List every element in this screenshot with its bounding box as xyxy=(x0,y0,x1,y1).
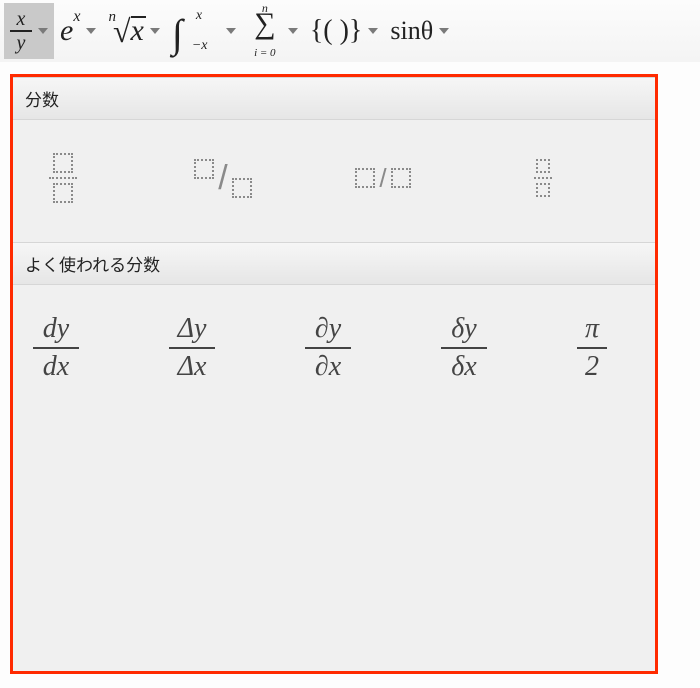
placeholder-box-icon xyxy=(232,178,252,198)
chevron-down-icon xyxy=(38,28,48,34)
template-small-stacked-fraction[interactable] xyxy=(513,148,573,208)
chevron-down-icon xyxy=(86,28,96,34)
fraction-dropdown-panel: 分数 / / xyxy=(10,74,658,674)
slash-icon: / xyxy=(218,159,227,198)
fraction-menu[interactable]: x y xyxy=(4,3,54,59)
common-fractions-header: よく使われる分数 xyxy=(13,242,655,285)
radical-index: n xyxy=(108,9,116,26)
integral-icon: ∫ x −x xyxy=(172,8,220,54)
summation-menu[interactable]: n ∑ i = 0 xyxy=(242,3,304,59)
common-fraction-pi-over-2[interactable]: π 2 xyxy=(577,313,607,383)
fraction-icon: x y xyxy=(10,10,32,52)
sigma-icon: n ∑ i = 0 xyxy=(248,7,282,55)
template-linear-fraction[interactable]: / xyxy=(353,148,413,208)
radical-radicand: x xyxy=(131,14,144,48)
common-fraction-dy-dx[interactable]: dy dx xyxy=(33,313,79,383)
fraction-icon-bottom: y xyxy=(17,34,26,52)
equation-ribbon: x y ex n √x ∫ x −x n ∑ xyxy=(0,0,700,62)
exponent-menu[interactable]: ex xyxy=(54,3,102,59)
template-skewed-fraction[interactable]: / xyxy=(193,148,253,208)
fraction-templates-grid: / / xyxy=(13,120,655,242)
placeholder-box-icon xyxy=(53,183,73,203)
integral-menu[interactable]: ∫ x −x xyxy=(166,3,242,59)
exponent-sup: x xyxy=(73,8,80,26)
fraction-icon-top: x xyxy=(17,10,26,28)
placeholder-box-icon xyxy=(536,159,550,173)
trig-icon: sinθ xyxy=(390,16,433,46)
equation-editor-fraction-dropdown: x y ex n √x ∫ x −x n ∑ xyxy=(0,0,700,688)
bracket-icon: {( )} xyxy=(310,15,363,47)
placeholder-box-icon xyxy=(53,153,73,173)
exponent-base: e xyxy=(60,14,73,48)
chevron-down-icon xyxy=(226,28,236,34)
placeholder-box-icon xyxy=(536,183,550,197)
slash-icon: / xyxy=(379,163,386,194)
common-fraction-delta-y-delta-x[interactable]: δy δx xyxy=(441,313,487,383)
chevron-down-icon xyxy=(150,28,160,34)
radical-menu[interactable]: n √x xyxy=(102,3,165,59)
chevron-down-icon xyxy=(439,28,449,34)
common-fraction-Delta-y-Delta-x[interactable]: Δy Δx xyxy=(169,313,215,383)
template-stacked-fraction[interactable] xyxy=(33,148,93,208)
chevron-down-icon xyxy=(368,28,378,34)
trig-menu[interactable]: sinθ xyxy=(384,3,455,59)
bracket-menu[interactable]: {( )} xyxy=(304,3,385,59)
placeholder-box-icon xyxy=(355,168,375,188)
common-fraction-partial-y-partial-x[interactable]: ∂y ∂x xyxy=(305,313,351,383)
common-fractions-grid: dy dx Δy Δx ∂y ∂x δy δx π 2 xyxy=(13,285,655,417)
placeholder-box-icon xyxy=(391,168,411,188)
fraction-templates-header: 分数 xyxy=(13,77,655,120)
chevron-down-icon xyxy=(288,28,298,34)
placeholder-box-icon xyxy=(194,159,214,179)
